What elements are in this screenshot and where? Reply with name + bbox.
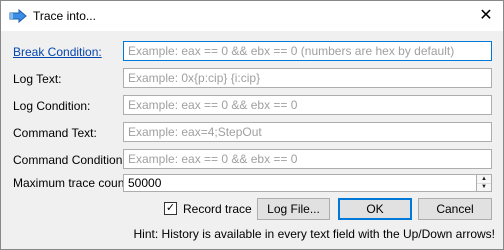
log-condition-row: Log Condition: Example: eax == 0 && ebx … [1, 95, 503, 117]
log-text-input[interactable]: Example: 0x{p:cip} {i:cip} [123, 68, 492, 88]
log-condition-label: Log Condition: [13, 99, 91, 113]
close-icon: ✕ [479, 7, 493, 24]
break-condition-input[interactable]: Example: eax == 0 && ebx == 0 (numbers a… [123, 41, 492, 61]
record-trace-label: Record trace [183, 202, 252, 216]
title-bar: Trace into... ✕ [1, 1, 503, 31]
command-text-label: Command Text: [13, 126, 97, 140]
ok-button[interactable]: OK [338, 198, 412, 220]
max-trace-count-spinbox[interactable]: 50000 ▲ ▼ [123, 174, 492, 192]
log-file-button[interactable]: Log File... [257, 198, 330, 220]
break-condition-row: Break Condition: Example: eax == 0 && eb… [1, 41, 503, 63]
max-trace-count-label: Maximum trace count: [13, 176, 132, 190]
arrow-into-icon [9, 9, 27, 23]
spin-down-icon[interactable]: ▼ [477, 183, 491, 191]
trace-into-dialog: Trace into... ✕ Break Condition: Example… [0, 0, 504, 250]
hint-text: Hint: History is available in every text… [133, 227, 495, 241]
spin-buttons: ▲ ▼ [476, 175, 491, 191]
break-condition-label[interactable]: Break Condition: [13, 45, 102, 59]
max-trace-count-row: Maximum trace count: 50000 ▲ ▼ [1, 174, 503, 196]
command-text-row: Command Text: Example: eax=4;StepOut [1, 122, 503, 144]
max-trace-count-value: 50000 [128, 176, 162, 190]
command-condition-label: Command Condition: [13, 153, 126, 167]
log-condition-input[interactable]: Example: eax == 0 && ebx == 0 [123, 95, 492, 115]
log-text-label: Log Text: [13, 72, 62, 86]
command-condition-row: Command Condition: Example: eax == 0 && … [1, 149, 503, 171]
log-text-row: Log Text: Example: 0x{p:cip} {i:cip} [1, 68, 503, 90]
close-button[interactable]: ✕ [475, 5, 497, 27]
window-title: Trace into... [33, 9, 96, 23]
checkbox-check-icon[interactable]: ✓ [164, 202, 177, 215]
cancel-button[interactable]: Cancel [418, 198, 492, 220]
command-text-input[interactable]: Example: eax=4;StepOut [123, 122, 492, 142]
command-condition-input[interactable]: Example: eax == 0 && ebx == 0 [123, 149, 492, 169]
